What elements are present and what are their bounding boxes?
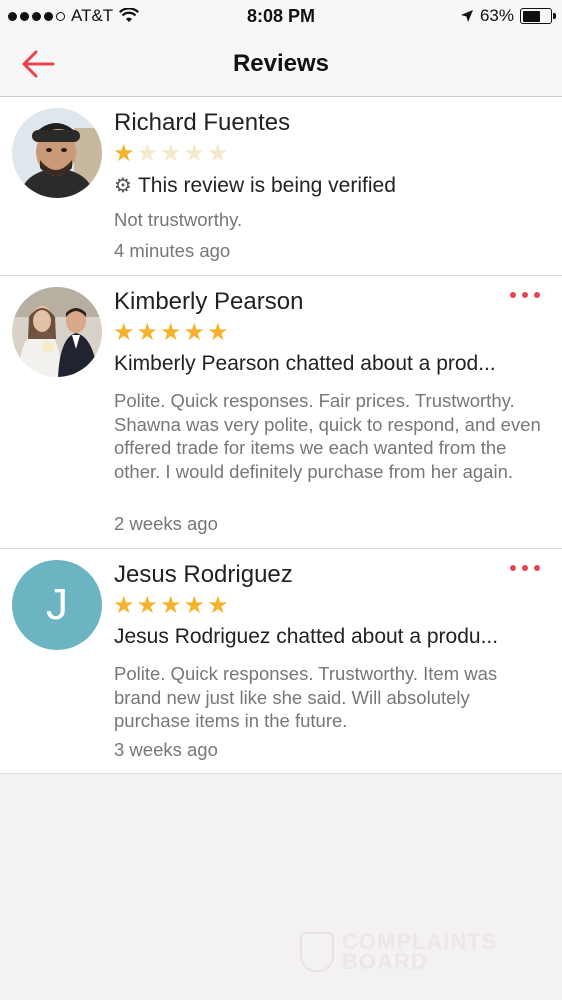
watermark-text: COMPLAINTS BOARD bbox=[342, 929, 498, 974]
star-icon: ★ bbox=[207, 140, 229, 167]
more-options-button[interactable] bbox=[510, 292, 540, 298]
star-rating: ★ ★ ★ ★ ★ bbox=[113, 321, 229, 345]
star-icon: ★ bbox=[160, 319, 182, 346]
star-icon: ★ bbox=[160, 140, 182, 167]
gear-icon: ⚙ bbox=[114, 175, 132, 197]
star-icon: ★ bbox=[136, 319, 159, 346]
star-icon: ★ bbox=[183, 140, 206, 167]
avatar[interactable] bbox=[12, 287, 102, 377]
watermark: COMPLAINTS BOARD bbox=[300, 929, 498, 974]
star-rating: ★ ★ ★ ★ ★ bbox=[113, 142, 229, 166]
star-icon: ★ bbox=[160, 592, 182, 619]
star-icon: ★ bbox=[113, 592, 135, 619]
reviewer-name[interactable]: Kimberly Pearson bbox=[114, 288, 303, 316]
review-body: Polite. Quick responses. Fair prices. Tr… bbox=[114, 390, 541, 482]
more-options-button[interactable] bbox=[510, 565, 540, 571]
star-icon: ★ bbox=[207, 592, 229, 619]
review-item[interactable]: Richard Fuentes ★ ★ ★ ★ ★ ⚙ This review … bbox=[0, 97, 562, 276]
star-icon: ★ bbox=[183, 319, 206, 346]
battery-icon bbox=[520, 8, 556, 24]
battery-percent: 63% bbox=[479, 6, 514, 25]
user-photo bbox=[12, 108, 102, 198]
nav-bar: Reviews bbox=[0, 34, 562, 97]
reviewer-name[interactable]: Jesus Rodriguez bbox=[114, 561, 293, 589]
review-item[interactable]: J Jesus Rodriguez ★ ★ ★ ★ ★ Jesus Rodrig… bbox=[0, 549, 562, 774]
page-title: Reviews bbox=[232, 50, 330, 77]
review-list: Richard Fuentes ★ ★ ★ ★ ★ ⚙ This review … bbox=[0, 97, 562, 774]
review-headline: ⚙ This review is being verified bbox=[114, 173, 540, 198]
star-rating: ★ ★ ★ ★ ★ bbox=[113, 594, 229, 618]
review-time: 3 weeks ago bbox=[114, 739, 218, 760]
star-icon: ★ bbox=[136, 140, 159, 167]
reviewer-name[interactable]: Richard Fuentes bbox=[114, 109, 290, 137]
avatar[interactable] bbox=[12, 108, 102, 198]
review-time: 4 minutes ago bbox=[114, 240, 231, 261]
star-icon: ★ bbox=[183, 592, 206, 619]
user-photo bbox=[12, 287, 102, 377]
review-headline: Kimberly Pearson chatted about a prod... bbox=[114, 352, 496, 375]
star-icon: ★ bbox=[113, 319, 135, 346]
review-time: 2 weeks ago bbox=[114, 513, 218, 534]
star-icon: ★ bbox=[113, 140, 135, 167]
shield-icon bbox=[300, 932, 334, 972]
review-item[interactable]: Kimberly Pearson ★ ★ ★ ★ ★ Kimberly Pear… bbox=[0, 276, 562, 549]
star-icon: ★ bbox=[207, 319, 229, 346]
status-bar: AT&T 8:08 PM 63% bbox=[0, 0, 562, 34]
review-body: Polite. Quick responses. Trustworthy. It… bbox=[114, 663, 498, 731]
review-body: Not trustworthy. bbox=[114, 209, 243, 230]
star-icon: ★ bbox=[136, 592, 159, 619]
avatar[interactable]: J bbox=[12, 560, 102, 650]
location-arrow-icon bbox=[460, 10, 473, 22]
battery-group: 63% bbox=[460, 6, 556, 26]
verification-status: This review is being verified bbox=[137, 173, 396, 197]
review-headline: Jesus Rodriguez chatted about a produ... bbox=[114, 625, 499, 648]
